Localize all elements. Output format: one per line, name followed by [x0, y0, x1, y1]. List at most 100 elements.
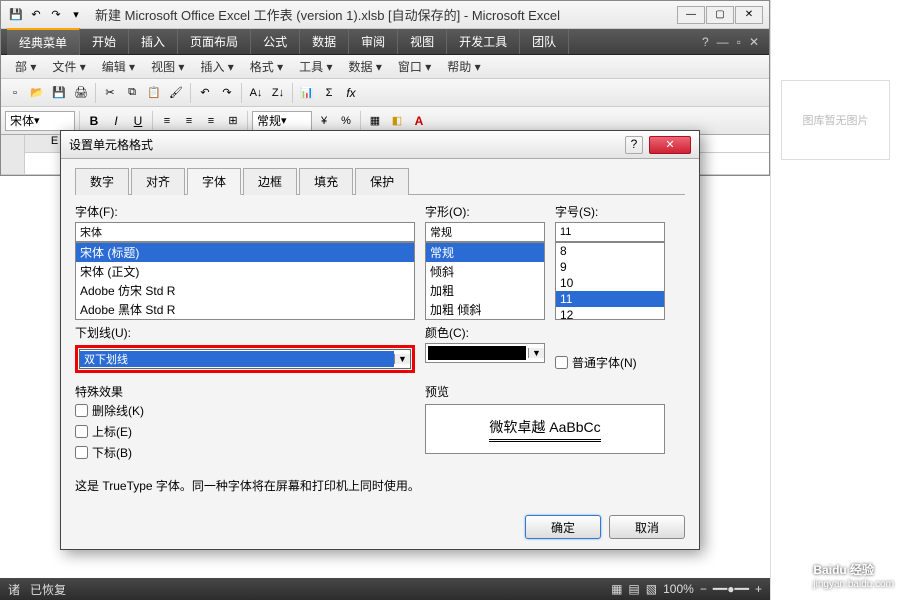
ribbon-tab-formula[interactable]: 公式: [251, 29, 300, 54]
italic-icon[interactable]: I: [106, 111, 126, 131]
tab-align[interactable]: 对齐: [131, 168, 185, 195]
menu-file[interactable]: 文件 ▾: [44, 58, 93, 75]
list-item[interactable]: 9: [556, 259, 664, 275]
sub-checkbox[interactable]: 下标(B): [75, 444, 415, 461]
ok-button[interactable]: 确定: [525, 515, 601, 539]
super-checkbox[interactable]: 上标(E): [75, 423, 415, 440]
font-combo[interactable]: 宋体 ▾: [5, 111, 75, 131]
numfmt-combo[interactable]: 常规 ▾: [252, 111, 312, 131]
ribbon-tab-review[interactable]: 审阅: [349, 29, 398, 54]
save-icon[interactable]: 💾: [7, 6, 25, 24]
zoom-value[interactable]: 100%: [663, 582, 694, 596]
ribbon-tab-home[interactable]: 开始: [80, 29, 129, 54]
open-icon[interactable]: 📂: [27, 83, 47, 103]
menu-edit[interactable]: 编辑 ▾: [94, 58, 143, 75]
ribbon-tab-classic[interactable]: 经典菜单: [7, 28, 80, 55]
normalfont-checkbox[interactable]: 普通字体(N): [555, 354, 665, 371]
font-listbox[interactable]: 宋体 (标题) 宋体 (正文) Adobe 仿宋 Std R Adobe 黑体 …: [75, 242, 415, 320]
fx-icon[interactable]: fx: [341, 83, 361, 103]
undo-icon[interactable]: ↶: [27, 6, 45, 24]
ribbon-tab-dev[interactable]: 开发工具: [447, 29, 520, 54]
list-item[interactable]: 11: [556, 291, 664, 307]
undo-icon[interactable]: ↶: [195, 83, 215, 103]
ribbon-tab-view[interactable]: 视图: [398, 29, 447, 54]
list-item[interactable]: 倾斜: [426, 262, 544, 281]
list-item[interactable]: Adobe 楷体 Std R: [76, 319, 414, 320]
list-item[interactable]: Adobe 黑体 Std R: [76, 300, 414, 319]
size-input[interactable]: [555, 222, 665, 242]
ribbon-close-icon[interactable]: ✕: [749, 35, 759, 49]
zoom-slider[interactable]: ━━●━━: [713, 582, 749, 596]
save-icon[interactable]: 💾: [49, 83, 69, 103]
tab-protect[interactable]: 保护: [355, 168, 409, 195]
chart-icon[interactable]: 📊: [297, 83, 317, 103]
align-right-icon[interactable]: ≡: [201, 111, 221, 131]
align-center-icon[interactable]: ≡: [179, 111, 199, 131]
list-item[interactable]: 宋体 (正文): [76, 262, 414, 281]
autosum-icon[interactable]: Σ: [319, 83, 339, 103]
chevron-down-icon[interactable]: ▼: [528, 348, 544, 358]
underline-icon[interactable]: U: [128, 111, 148, 131]
tab-number[interactable]: 数字: [75, 168, 129, 195]
size-listbox[interactable]: 8 9 10 11 12 14: [555, 242, 665, 320]
list-item[interactable]: 加粗 倾斜: [426, 300, 544, 319]
font-color-icon[interactable]: A: [409, 111, 429, 131]
qat-more-icon[interactable]: ▾: [67, 6, 85, 24]
ribbon-tab-team[interactable]: 团队: [520, 29, 569, 54]
view-normal-icon[interactable]: ▦: [611, 582, 622, 596]
zoom-out-icon[interactable]: −: [700, 582, 707, 596]
list-item[interactable]: 常规: [426, 243, 544, 262]
borders-icon[interactable]: ▦: [365, 111, 385, 131]
list-item[interactable]: Adobe 仿宋 Std R: [76, 281, 414, 300]
ribbon-min-icon[interactable]: —: [717, 35, 729, 49]
align-left-icon[interactable]: ≡: [157, 111, 177, 131]
color-dropdown[interactable]: ▼: [425, 343, 545, 363]
zoom-in-icon[interactable]: +: [755, 582, 762, 596]
menu-all[interactable]: 部 ▾: [7, 58, 44, 75]
menu-data[interactable]: 数据 ▾: [341, 58, 390, 75]
menu-tools[interactable]: 工具 ▾: [291, 58, 340, 75]
tab-fill[interactable]: 填充: [299, 168, 353, 195]
strike-checkbox[interactable]: 删除线(K): [75, 402, 415, 419]
menu-help[interactable]: 帮助 ▾: [439, 58, 488, 75]
menu-insert[interactable]: 插入 ▾: [192, 58, 241, 75]
menu-view[interactable]: 视图 ▾: [143, 58, 192, 75]
new-icon[interactable]: ▫: [5, 83, 25, 103]
ribbon-tab-data[interactable]: 数据: [300, 29, 349, 54]
menu-window[interactable]: 窗口 ▾: [390, 58, 439, 75]
underline-dropdown[interactable]: 双下划线 ▼: [79, 349, 411, 369]
list-item[interactable]: 10: [556, 275, 664, 291]
tab-font[interactable]: 字体: [187, 168, 241, 195]
help-icon[interactable]: ?: [702, 35, 709, 49]
dialog-titlebar[interactable]: 设置单元格格式 ? ✕: [61, 131, 699, 159]
list-item[interactable]: 8: [556, 243, 664, 259]
close-button[interactable]: ✕: [735, 6, 763, 24]
tab-border[interactable]: 边框: [243, 168, 297, 195]
sort-asc-icon[interactable]: A↓: [246, 83, 266, 103]
ribbon-rest-icon[interactable]: ▫: [737, 35, 741, 49]
help-icon[interactable]: ?: [625, 136, 643, 154]
bold-icon[interactable]: B: [84, 111, 104, 131]
style-input[interactable]: [425, 222, 545, 242]
list-item[interactable]: 加粗: [426, 281, 544, 300]
list-item[interactable]: 12: [556, 307, 664, 320]
paste-icon[interactable]: 📋: [144, 83, 164, 103]
view-layout-icon[interactable]: ▤: [628, 582, 639, 596]
merge-icon[interactable]: ⊞: [223, 111, 243, 131]
ribbon-tab-layout[interactable]: 页面布局: [178, 29, 251, 54]
minimize-button[interactable]: —: [677, 6, 705, 24]
list-item[interactable]: 宋体 (标题): [76, 243, 414, 262]
fill-color-icon[interactable]: ◧: [387, 111, 407, 131]
redo-icon[interactable]: ↷: [217, 83, 237, 103]
font-input[interactable]: [75, 222, 415, 242]
style-listbox[interactable]: 常规 倾斜 加粗 加粗 倾斜: [425, 242, 545, 320]
chevron-down-icon[interactable]: ▼: [394, 354, 410, 364]
currency-icon[interactable]: ¥: [314, 111, 334, 131]
maximize-button[interactable]: ▢: [706, 6, 734, 24]
percent-icon[interactable]: %: [336, 111, 356, 131]
dialog-close-button[interactable]: ✕: [649, 136, 691, 154]
view-break-icon[interactable]: ▧: [646, 582, 657, 596]
sort-desc-icon[interactable]: Z↓: [268, 83, 288, 103]
redo-icon[interactable]: ↷: [47, 6, 65, 24]
ribbon-tab-insert[interactable]: 插入: [129, 29, 178, 54]
